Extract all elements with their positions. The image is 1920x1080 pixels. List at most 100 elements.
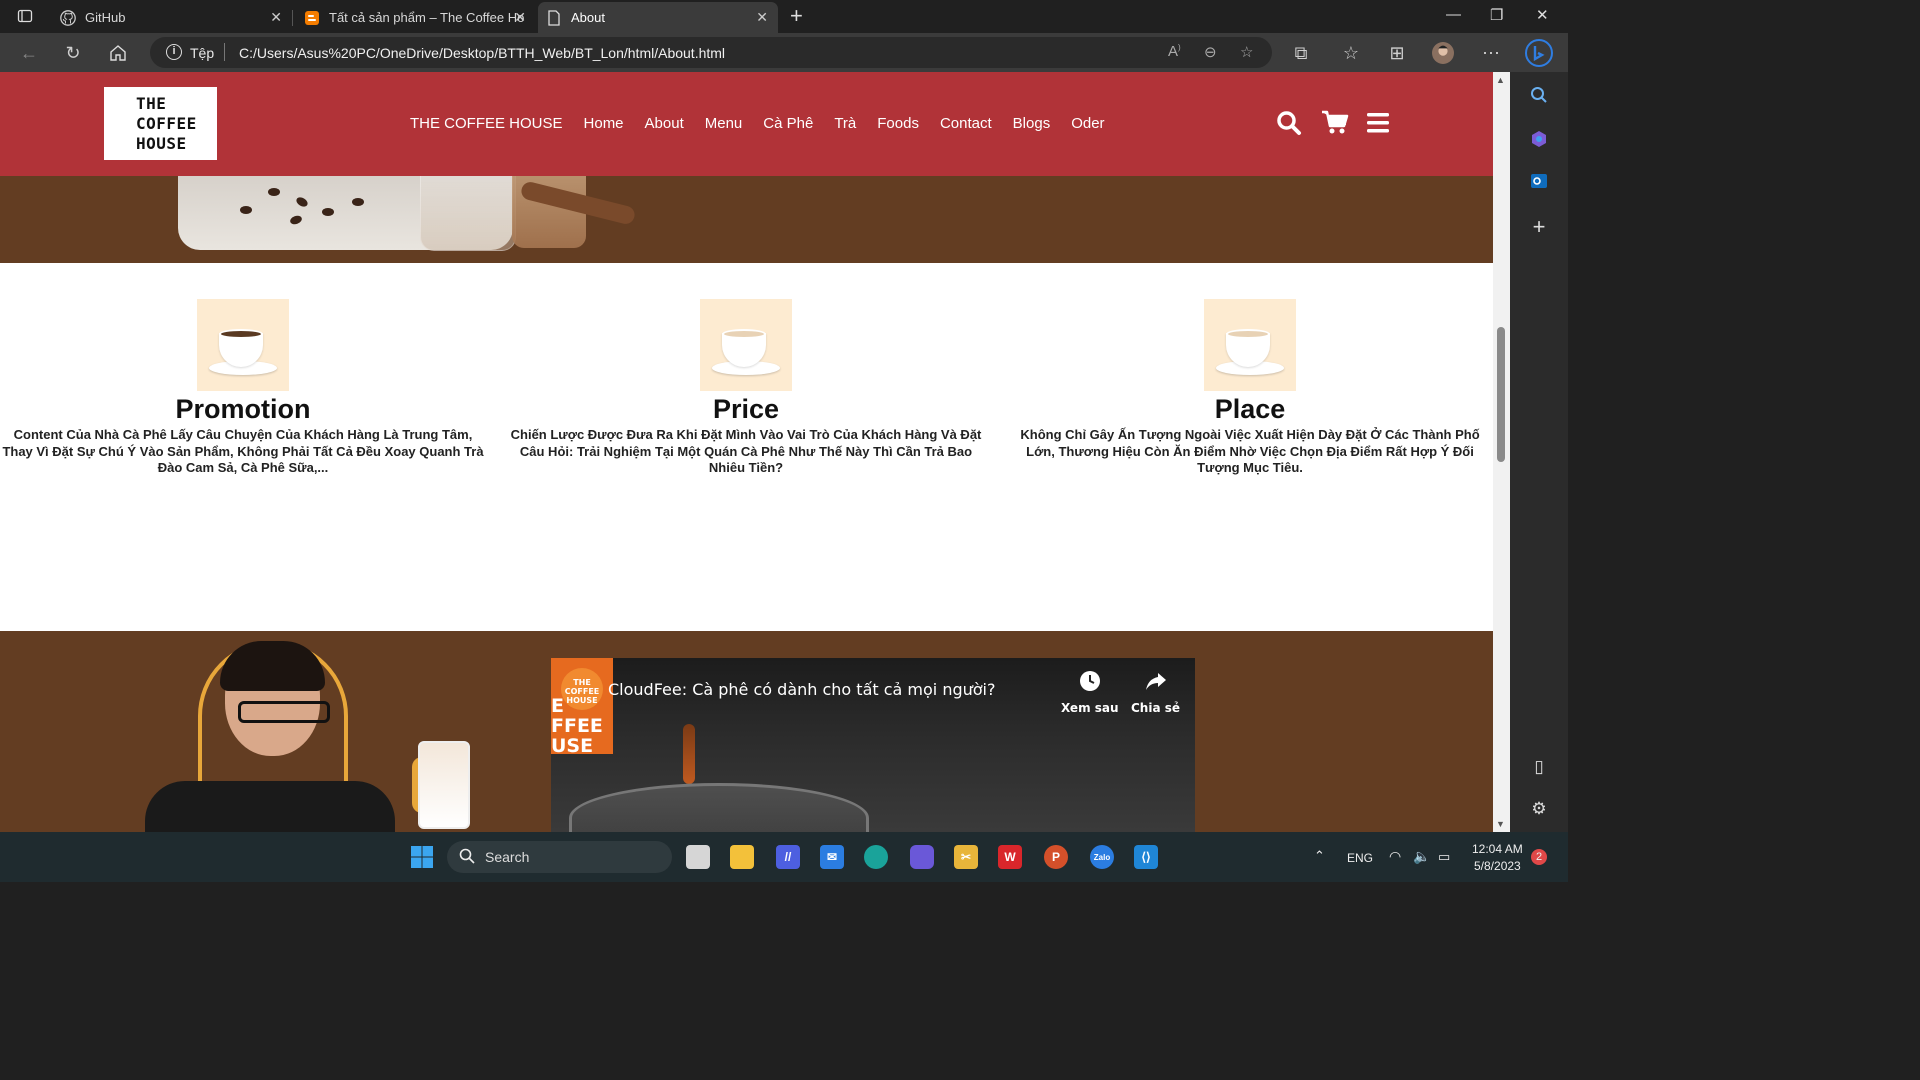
profile-avatar[interactable]	[1432, 42, 1454, 64]
mail-icon[interactable]: ✉	[820, 845, 844, 869]
sidebar-add-icon[interactable]: +	[1528, 214, 1550, 239]
glass-bowl	[569, 783, 869, 832]
home-icon[interactable]	[107, 42, 129, 64]
person-body	[145, 781, 395, 832]
nav-blogs[interactable]: Blogs	[1013, 115, 1051, 132]
scroll-thumb[interactable]	[1497, 327, 1505, 462]
iced-coffee-glass	[418, 741, 470, 829]
sidebar-toggle-icon[interactable]: ▯	[1528, 756, 1550, 778]
feature-title: Place	[1214, 394, 1286, 424]
close-window-icon[interactable]: ✕	[1536, 6, 1549, 24]
edge-icon[interactable]	[864, 845, 888, 869]
battery-icon[interactable]: ▭	[1438, 849, 1450, 865]
nav-foods[interactable]: Foods	[877, 115, 919, 132]
notification-badge[interactable]: 2	[1531, 849, 1547, 865]
share-button[interactable]: Chia sẻ	[1131, 670, 1180, 715]
scroll-up-icon[interactable]: ▲	[1496, 75, 1505, 85]
taskbar-search[interactable]: Search	[447, 841, 672, 873]
windows-taskbar: Search // ✉ ✂ W P Zalo ⟨⟩ ⌃ ENG ◠ 🔈 ▭ 12…	[0, 832, 1568, 882]
close-tab-icon[interactable]: ✕	[756, 9, 768, 26]
video-title[interactable]: CloudFee: Cà phê có dành cho tất cả mọi …	[608, 680, 996, 699]
search-icon	[459, 848, 475, 867]
minimize-icon[interactable]: —	[1446, 6, 1461, 23]
app-icon[interactable]: //	[776, 845, 800, 869]
wifi-icon[interactable]: ◠	[1389, 848, 1401, 865]
nav-menu[interactable]: Menu	[705, 115, 743, 132]
nav-tra[interactable]: Trà	[834, 115, 856, 132]
back-icon[interactable]: ←	[18, 42, 40, 64]
coffee-cup-image	[1204, 299, 1296, 391]
add-favorite-icon[interactable]: ☆	[1240, 43, 1253, 61]
tab-github[interactable]: GitHub ✕	[52, 2, 293, 33]
favorites-icon[interactable]: ☆	[1340, 42, 1362, 64]
tab-actions-icon[interactable]	[14, 5, 36, 27]
url-text[interactable]: C:/Users/Asus%20PC/OneDrive/Desktop/BTTH…	[239, 45, 725, 61]
page-scrollbar[interactable]: ▲ ▼	[1493, 72, 1510, 832]
scroll-down-icon[interactable]: ▼	[1496, 819, 1505, 829]
site-info-icon[interactable]: i	[166, 44, 182, 60]
video-section: E FFEE USE THE COFFEE HOUSE CloudFee: Cà…	[0, 631, 1493, 832]
sidebar-outlook-icon[interactable]	[1528, 170, 1550, 192]
nav-contact[interactable]: Contact	[940, 115, 992, 132]
hero-image	[0, 176, 1493, 263]
windows-start-icon[interactable]	[410, 845, 434, 869]
address-field[interactable]: i Tệp C:/Users/Asus%20PC/OneDrive/Deskto…	[150, 37, 1272, 68]
nav-brand[interactable]: THE COFFEE HOUSE	[410, 115, 563, 132]
volume-icon[interactable]: 🔈	[1413, 848, 1430, 865]
menu-icon[interactable]	[1367, 113, 1389, 141]
sidebar-settings-icon[interactable]: ⚙	[1528, 798, 1550, 820]
clock-icon	[1061, 670, 1119, 697]
powerpoint-icon[interactable]: P	[1044, 845, 1068, 869]
zoom-icon[interactable]: ⊖	[1204, 43, 1217, 61]
nav-ca-phe[interactable]: Cà Phê	[763, 115, 813, 132]
collections-icon[interactable]: ⊞	[1386, 42, 1408, 64]
file-explorer-icon[interactable]	[730, 845, 754, 869]
extensions-icon[interactable]: ⧉	[1290, 42, 1312, 64]
channel-word-line: E	[551, 695, 564, 717]
blogger-icon	[304, 10, 320, 26]
clock-time[interactable]: 12:04 AM	[1472, 842, 1523, 856]
search-icon[interactable]	[1276, 110, 1302, 138]
channel-logo[interactable]: E FFEE USE THE COFFEE HOUSE	[551, 658, 613, 756]
edge-sidebar: + ▯ ⚙	[1510, 72, 1568, 832]
read-aloud-icon[interactable]: A)	[1168, 43, 1181, 60]
snipping-icon[interactable]: ✂	[954, 845, 978, 869]
nav-oder[interactable]: Oder	[1071, 115, 1104, 132]
person-glasses	[238, 701, 330, 723]
channel-badge: THE COFFEE HOUSE	[561, 668, 603, 710]
more-options-icon[interactable]: ⋯	[1480, 42, 1502, 64]
watch-later-button[interactable]: Xem sau	[1061, 670, 1119, 715]
vscode-icon[interactable]: ⟨⟩	[1134, 845, 1158, 869]
new-tab-icon[interactable]: +	[790, 3, 803, 29]
feature-title: Promotion	[175, 394, 311, 424]
feature-title: Price	[712, 394, 780, 424]
cart-icon[interactable]	[1321, 110, 1349, 138]
watch-later-label: Xem sau	[1061, 701, 1119, 715]
zalo-icon[interactable]: Zalo	[1090, 845, 1114, 869]
share-label: Chia sẻ	[1131, 701, 1181, 715]
tab-coffee-house[interactable]: Tất cả sản phẩm – The Coffee Ho ✕	[296, 2, 536, 33]
browser-tab-bar: GitHub ✕ Tất cả sản phẩm – The Coffee Ho…	[0, 0, 1568, 33]
close-tab-icon[interactable]: ✕	[514, 9, 526, 26]
coffee-bean	[322, 208, 334, 216]
restore-icon[interactable]: ❐	[1490, 6, 1503, 24]
sidebar-search-icon[interactable]	[1528, 84, 1550, 106]
language-indicator[interactable]: ENG	[1347, 851, 1373, 865]
nav-home[interactable]: Home	[584, 115, 624, 132]
close-tab-icon[interactable]: ✕	[270, 9, 282, 26]
wps-office-icon[interactable]: W	[998, 845, 1022, 869]
clock-date[interactable]: 5/8/2023	[1474, 859, 1521, 873]
bing-copilot-icon[interactable]	[1525, 39, 1553, 67]
task-view-icon[interactable]	[686, 845, 710, 869]
search-label: Search	[485, 849, 530, 865]
nav-about[interactable]: About	[645, 115, 684, 132]
refresh-icon[interactable]: ↻	[62, 42, 84, 64]
tab-about[interactable]: About ✕	[538, 2, 778, 33]
show-hidden-icons[interactable]: ⌃	[1314, 848, 1325, 864]
youtube-embed[interactable]: E FFEE USE THE COFFEE HOUSE CloudFee: Cà…	[551, 658, 1195, 832]
coffee-bean	[352, 198, 364, 206]
copilot-icon[interactable]	[910, 845, 934, 869]
site-logo[interactable]: THE COFFEE HOUSE	[104, 87, 217, 160]
sidebar-copilot-icon[interactable]	[1528, 128, 1550, 150]
tab-title: GitHub	[85, 10, 126, 25]
